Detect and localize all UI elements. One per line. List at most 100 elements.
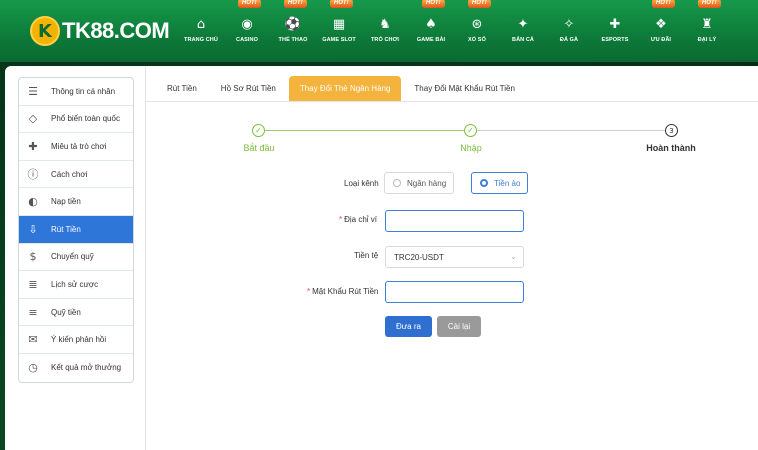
sidebar-item[interactable]: ◷ Kết quả mở thưởng [19,354,133,382]
nav-item-label: TRANG CHỦ [184,37,218,43]
tab-1[interactable]: Hồ Sơ Rút Tiền [210,76,287,101]
sidebar-item-label: Phổ biến toàn quốc [51,114,120,124]
sidebar-item[interactable]: ✚ Miêu tả trò chơi [19,133,133,161]
account-sidebar: ☰ Thông tin cá nhân ◇ Phổ biến toàn quốc ✚ Mi… [18,77,134,383]
sidebar-item-label: Cách chơi [51,169,88,179]
wallet-address-label: * Địa chỉ ví [339,215,377,224]
agent-icon: ♜ [701,16,713,32]
channel-option-crypto[interactable]: Tiền ảo [471,172,528,194]
nav-item-slot-machine[interactable]: HOT! ▦ GAME SLOT [316,0,362,62]
sidebar-item-label: Quỹ tiền [51,307,81,317]
clock-history-icon: ◷ [28,361,38,375]
diamond-icon: ◇ [28,112,38,126]
nav-item-cards[interactable]: HOT! ♠ GAME BÀI [408,0,454,62]
chat-bubble-icon: ✉ [28,333,38,347]
tab-2[interactable]: Thay Đổi Thẻ Ngân Hàng [288,76,402,101]
wallet-address-label-text: Địa chỉ ví [344,215,378,224]
site-logo[interactable]: K TK88.COM [30,14,170,48]
currency-label: Tiền tệ [354,251,379,260]
nav-item-soccer-ball[interactable]: HOT! ⚽ THỂ THAO [270,0,316,62]
sidebar-item[interactable]: $ Chuyển quỹ [19,244,133,272]
nav-item-label: TRÒ CHƠI [370,37,400,43]
step-number-icon: 3 [665,124,678,137]
nav-item-label: ĐÁ GÀ [559,37,579,43]
submit-button[interactable]: Đưa ra [385,316,432,337]
main-nav: ⌂ TRANG CHỦ HOT! ◉ CASINO HOT! ⚽ THỂ THAO HOT! ▦ G… [178,0,730,62]
top-header: K TK88.COM ⌂ TRANG CHỦ HOT! ◉ CASINO HOT! ⚽ THỂ… [0,0,758,62]
currency-select[interactable]: TRC20-USDT ⌄ [385,246,524,268]
logo-mark-icon: K [30,16,60,46]
progress-steps: ✓ Bắt đầu ✓ Nhập 3 Hoàn thành [146,124,758,164]
nav-item-label: CASINO [236,37,258,43]
nav-item-agent[interactable]: HOT! ♜ ĐẠI LÝ [684,0,730,62]
nav-item-label: GAME BÀI [416,37,446,43]
nav-item-label: ĐẠI LÝ [697,37,717,43]
tab-0[interactable]: Rút Tiền [156,76,208,101]
account-panel: ☰ Thông tin cá nhân ◇ Phổ biến toàn quốc ✚ Mi… [5,66,758,450]
sidebar-item[interactable]: ⓘ Cách chơi [19,161,133,189]
reset-button[interactable]: Cài lại [437,316,481,337]
casino-chip-icon: ◉ [241,16,253,32]
nav-item-label: THỂ THAO [278,37,308,43]
nav-item-gamepad[interactable]: ✚ ESPORTS [592,0,638,62]
funds-icon: ≡ [28,305,38,319]
nav-item-home[interactable]: ⌂ TRANG CHỦ [178,0,224,62]
withdraw-content: Rút Tiền Hồ Sơ Rút Tiền Thay Đổi Thẻ Ngân … [145,66,758,450]
sidebar-item-label: Thông tin cá nhân [51,86,116,96]
nav-item-label: XỔ SỐ [468,37,486,43]
step-check-icon: ✓ [252,124,265,137]
profile-card-icon: ☰ [28,84,38,98]
nav-item-fish[interactable]: ✦ BẮN CÁ [500,0,546,62]
gamepad-icon: ✚ [28,139,38,153]
nav-item-gift[interactable]: HOT! ❖ ƯU ĐÃI [638,0,684,62]
rooster-icon: ✧ [563,16,575,32]
chevron-down-icon: ⌄ [510,252,517,261]
sidebar-item[interactable]: ✉ Ý kiến phản hồi [19,326,133,354]
piggy-bank-icon: ◐ [28,195,38,209]
step-check-icon: ✓ [464,124,477,137]
sidebar-item-label: Rút Tiền [51,224,81,234]
hot-badge: HOT! [329,0,353,8]
currency-select-value: TRC20-USDT [394,252,444,262]
hot-badge: HOT! [697,0,721,8]
nav-item-rooster[interactable]: ✧ ĐÁ GÀ [546,0,592,62]
home-icon: ⌂ [196,16,206,32]
wallet-address-input[interactable] [385,210,524,232]
sidebar-item-label: Chuyển quỹ [51,252,94,262]
sidebar-item[interactable]: ◐ Nạp tiền [19,188,133,216]
sidebar-item[interactable]: ⇩ Rút Tiền [19,215,133,244]
sidebar-item-label: Nạp tiền [51,197,81,207]
history-list-icon: ≣ [28,277,38,291]
sidebar-item[interactable]: ◇ Phổ biến toàn quốc [19,106,133,134]
info-icon: ⓘ [27,168,39,182]
sidebar-item[interactable]: ☰ Thông tin cá nhân [19,78,133,106]
sidebar-item[interactable]: ≡ Quỹ tiền [19,299,133,327]
hot-badge: HOT! [467,0,491,8]
withdraw-tabs: Rút Tiền Hồ Sơ Rút Tiền Thay Đổi Thẻ Ngân … [146,76,758,102]
nav-item-casino-chip[interactable]: HOT! ◉ CASINO [224,0,270,62]
lottery-ball-icon: ⊛ [471,16,483,32]
withdraw-password-input[interactable] [385,281,524,303]
chess-knight-icon: ♞ [379,16,391,32]
sidebar-item-label: Lịch sử cược [51,279,99,289]
sidebar-item[interactable]: ≣ Lịch sử cược [19,271,133,299]
channel-option-label: Ngân hàng [407,178,447,188]
sidebar-item-label: Ý kiến phản hồi [51,335,107,345]
sidebar-item-label: Kết quả mở thưởng [51,363,122,373]
withdraw-password-label-text: Mật Khẩu Rút Tiền [312,287,379,296]
nav-item-chess-knight[interactable]: ♞ TRÒ CHƠI [362,0,408,62]
tab-3[interactable]: Thay Đổi Mật Khẩu Rút Tiền [403,76,526,101]
withdraw-icon: ⇩ [28,222,38,236]
step-label-input: Nhập [460,143,482,153]
cards-icon: ♠ [425,16,437,32]
nav-item-label: ƯU ĐÃI [650,37,672,43]
transfer-coin-icon: $ [29,250,37,264]
nav-item-label: ESPORTS [601,37,629,43]
hot-badge: HOT! [421,0,445,8]
required-mark: * [307,287,311,296]
nav-item-lottery-ball[interactable]: HOT! ⊛ XỔ SỐ [454,0,500,62]
channel-option-bank[interactable]: Ngân hàng [384,172,454,194]
nav-item-label: BẮN CÁ [512,37,534,43]
step-label-complete: Hoàn thành [646,143,696,153]
hot-badge: HOT! [237,0,261,8]
